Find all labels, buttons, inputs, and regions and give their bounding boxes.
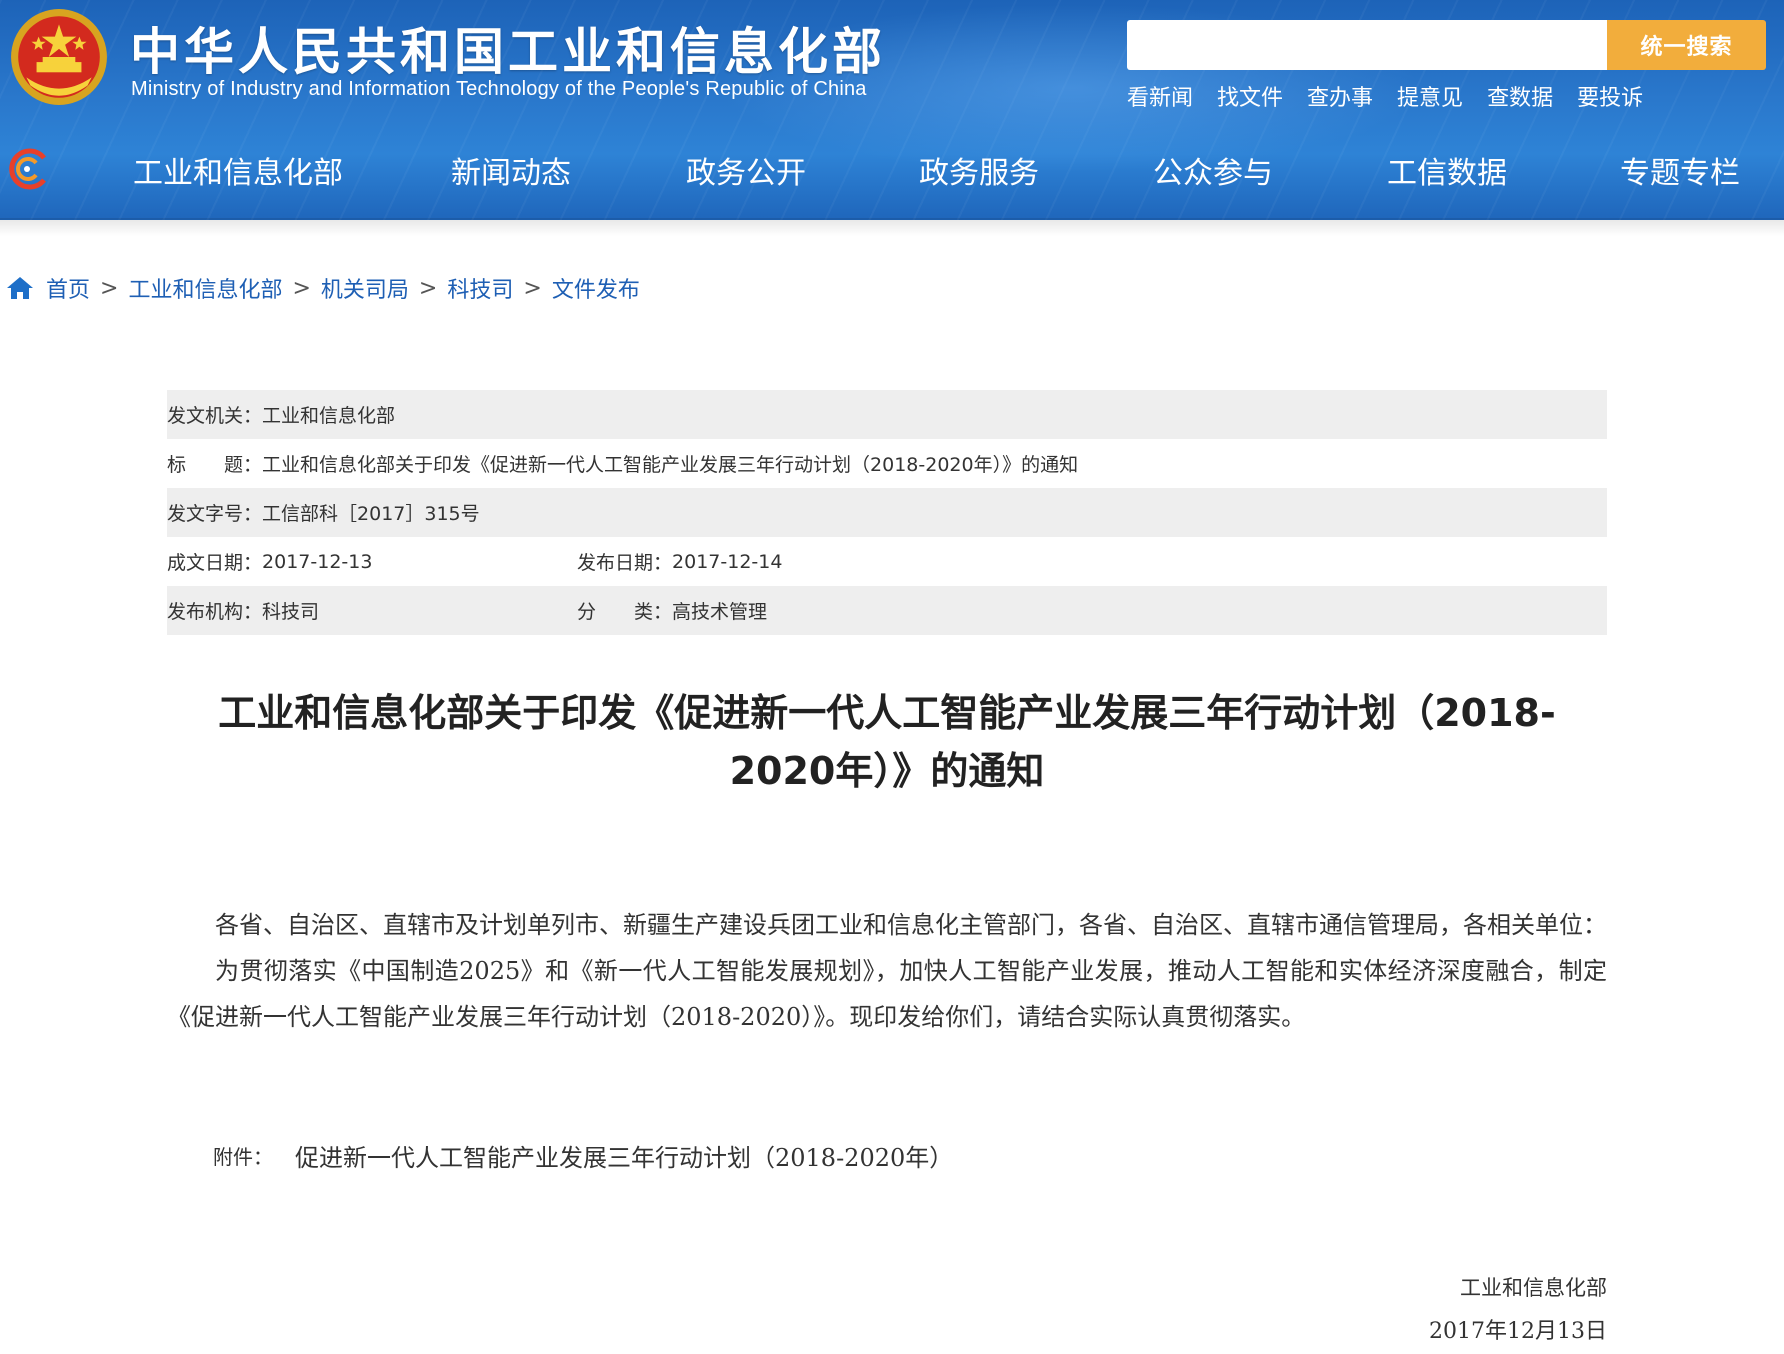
meta-title-value: 工业和信息化部关于印发《促进新一代人工智能产业发展三年行动计划（2018-202… <box>262 454 1079 476</box>
meta-issuer-label: 发文机关： <box>167 405 263 427</box>
meta-org: 发布机构： 科技司 <box>167 597 319 624</box>
nav-item-gov-info[interactable]: 政务公开 <box>686 148 806 192</box>
quick-links: 看新闻 找文件 查办事 提意见 查数据 要投诉 <box>1127 80 1643 112</box>
quick-link-complaint[interactable]: 要投诉 <box>1577 80 1643 112</box>
breadcrumb-departments[interactable]: 机关司局 <box>321 272 409 304</box>
breadcrumb-separator: > <box>418 275 438 301</box>
quick-link-services[interactable]: 查办事 <box>1307 80 1373 112</box>
site-subtitle: Ministry of Industry and Information Tec… <box>131 78 867 100</box>
nav-item-topics[interactable]: 专题专栏 <box>1620 148 1740 192</box>
article-title: 工业和信息化部关于印发《促进新一代人工智能产业发展三年行动计划（2018-202… <box>218 691 1556 793</box>
nav-item-data[interactable]: 工信数据 <box>1387 148 1507 192</box>
meta-written-date-label: 成文日期： <box>167 552 263 574</box>
meta-written-date-value: 2017-12-13 <box>262 550 373 573</box>
nav-item-ministry[interactable]: 工业和信息化部 <box>133 148 343 192</box>
quick-link-news[interactable]: 看新闻 <box>1127 80 1193 112</box>
meta-written-date: 成文日期： 2017-12-13 <box>167 548 372 575</box>
miit-logo-icon[interactable] <box>4 148 50 190</box>
quick-link-data[interactable]: 查数据 <box>1487 80 1553 112</box>
attachment-link[interactable]: 促进新一代人工智能产业发展三年行动计划（2018-2020年） <box>295 1138 953 1173</box>
meta-publish-date: 发布日期： 2017-12-14 <box>577 548 782 575</box>
breadcrumb-science-dept[interactable]: 科技司 <box>447 272 513 304</box>
nav-item-gov-services[interactable]: 政务服务 <box>919 148 1039 192</box>
meta-category: 分 类： 高技术管理 <box>577 597 767 624</box>
main-nav: 工业和信息化部 新闻动态 政务公开 政务服务 公众参与 工信数据 专题专栏 <box>0 138 1784 200</box>
meta-issuer-value: 工业和信息化部 <box>262 405 396 427</box>
attachment-label: 附件： <box>213 1145 273 1169</box>
meta-row-doc-number: 发文字号： 工信部科［2017］315号 <box>167 488 1607 537</box>
meta-row-dates: 成文日期： 2017-12-13 发布日期： 2017-12-14 <box>167 537 1607 586</box>
breadcrumb-ministry[interactable]: 工业和信息化部 <box>128 272 282 304</box>
nav-item-news[interactable]: 新闻动态 <box>451 148 571 192</box>
site-header: 中华人民共和国工业和信息化部 Ministry of Industry and … <box>0 0 1784 220</box>
home-icon[interactable] <box>6 275 34 301</box>
meta-publish-date-value: 2017-12-14 <box>672 550 783 573</box>
quick-link-documents[interactable]: 找文件 <box>1217 80 1283 112</box>
search-input[interactable] <box>1127 20 1607 70</box>
breadcrumb-separator: > <box>523 275 542 301</box>
header-shadow <box>0 218 1784 236</box>
meta-row-title: 标 题： 工业和信息化部关于印发《促进新一代人工智能产业发展三年行动计划（201… <box>167 439 1607 488</box>
article-paragraph-recipients: 各省、自治区、直辖市及计划单列市、新疆生产建设兵团工业和信息化主管部门，各省、自… <box>215 911 1607 939</box>
breadcrumb-separator: > <box>292 275 311 301</box>
meta-category-value: 高技术管理 <box>672 601 768 623</box>
meta-doc-number-label: 发文字号： <box>167 503 263 525</box>
meta-row-issuer: 发文机关： 工业和信息化部 <box>167 390 1607 439</box>
meta-doc-number-value: 工信部科［2017］315号 <box>262 503 480 525</box>
signoff-date: 2017年12月13日 <box>1429 1319 1607 1344</box>
signoff-org: 工业和信息化部 <box>1460 1276 1607 1300</box>
meta-row-org-category: 发布机构： 科技司 分 类： 高技术管理 <box>167 586 1607 635</box>
attachment: 附件： 促进新一代人工智能产业发展三年行动计划（2018-2020年） <box>213 1138 953 1173</box>
breadcrumb-home[interactable]: 首页 <box>46 272 90 304</box>
meta-publish-date-label: 发布日期： <box>577 552 673 574</box>
breadcrumb-documents[interactable]: 文件发布 <box>552 272 640 304</box>
meta-category-label: 分 类： <box>577 601 673 623</box>
article-body: 各省、自治区、直辖市及计划单列市、新疆生产建设兵团工业和信息化主管部门，各省、自… <box>167 902 1607 1040</box>
breadcrumb: 首页 > 工业和信息化部 > 机关司局 > 科技司 > 文件发布 <box>6 272 640 304</box>
article-paragraph-main: 为贯彻落实《中国制造2025》和《新一代人工智能发展规划》，加快人工智能产业发展… <box>167 957 1607 1031</box>
search-button[interactable]: 统一搜索 <box>1607 20 1766 70</box>
signoff: 工业和信息化部 2017年12月13日 <box>1429 1266 1607 1354</box>
meta-org-label: 发布机构： <box>167 601 263 623</box>
breadcrumb-separator: > <box>100 275 119 301</box>
nav-item-public[interactable]: 公众参与 <box>1153 148 1273 192</box>
document-meta-table: 发文机关： 工业和信息化部 标 题： 工业和信息化部关于印发《促进新一代人工智能… <box>167 390 1607 635</box>
meta-title-label: 标 题： <box>167 454 263 476</box>
site-title[interactable]: 中华人民共和国工业和信息化部 <box>130 12 886 84</box>
national-emblem-icon[interactable] <box>8 6 110 108</box>
meta-org-value: 科技司 <box>262 601 320 623</box>
quick-link-feedback[interactable]: 提意见 <box>1397 80 1463 112</box>
